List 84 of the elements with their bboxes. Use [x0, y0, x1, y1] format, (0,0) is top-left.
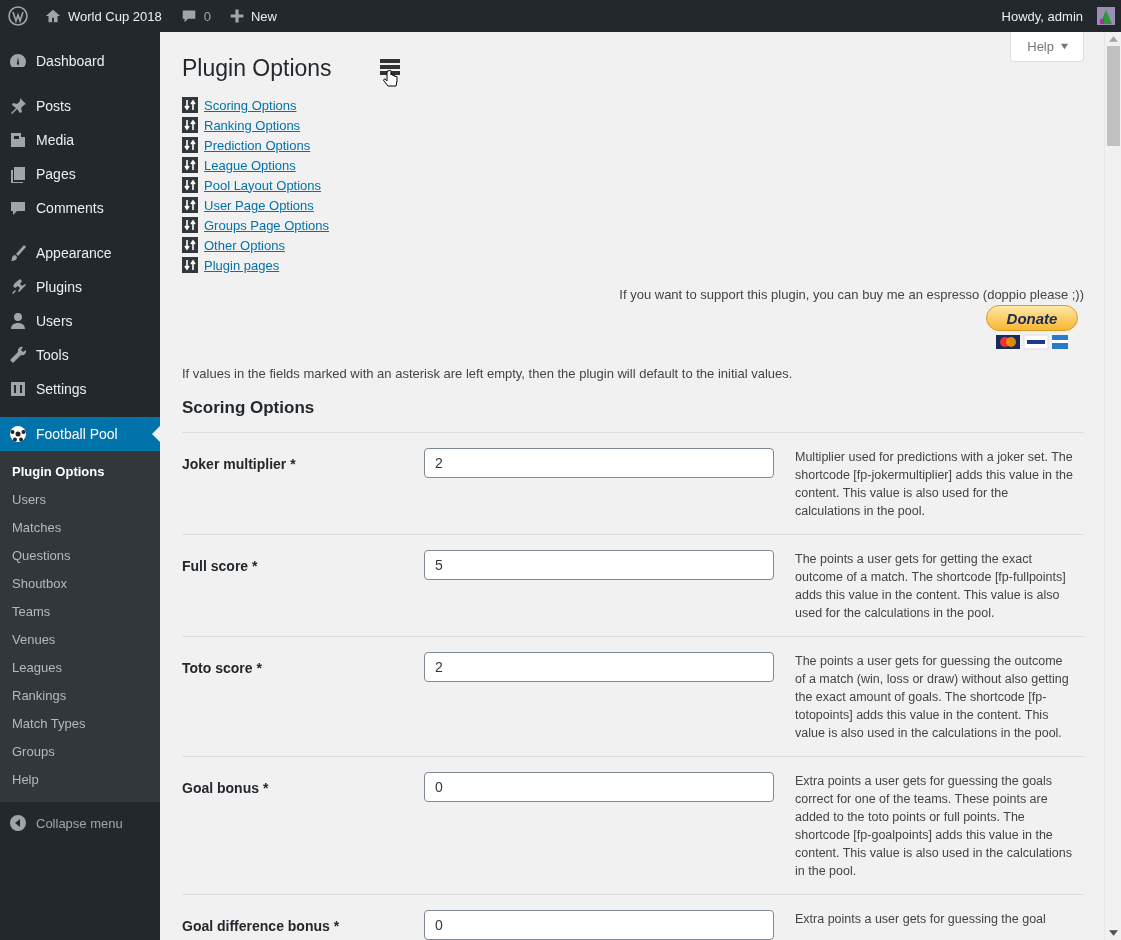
- menu-item[interactable]: Dashboard: [0, 44, 160, 78]
- field-label: Toto score *: [182, 659, 263, 676]
- menu-item[interactable]: Football Pool: [0, 417, 160, 451]
- submenu-item[interactable]: Plugin Options: [0, 458, 160, 486]
- menu-item[interactable]: Settings: [0, 372, 160, 406]
- scroll-up-icon[interactable]: [1108, 36, 1118, 42]
- field-description: The points a user gets for guessing the outcome of a match (win, loss or draw) without also getting the exact amount of goals. The shortcode [fp-totopoints] adds this value in the content. This value is also used in the calculations in the pool.: [795, 653, 1070, 742]
- soccer-ball-icon: [8, 424, 28, 444]
- user-icon: [8, 311, 28, 331]
- sort-icon: [182, 257, 198, 273]
- field-description: The points a user gets for getting the exact outcome of a match. The shortcode [fp-fullpoints] adds this value in the content. This value is also used for the calculations in the pool.: [795, 551, 1067, 622]
- input-field[interactable]: 2: [424, 652, 774, 682]
- field-description: Extra points a user gets for guessing the goal: [795, 911, 1047, 928]
- field-label: Full score *: [182, 557, 259, 574]
- note-text: If values in the fields marked with an asterisk are left empty, then the plugin will default to the initial values.: [182, 366, 794, 381]
- pages-icon: [8, 164, 28, 184]
- sort-icon: [182, 197, 198, 213]
- section-link[interactable]: Ranking Options: [204, 117, 301, 133]
- plus-icon: [228, 8, 245, 24]
- sort-icon: [182, 177, 198, 193]
- submenu-item[interactable]: Leagues: [0, 654, 160, 682]
- section-link[interactable]: Plugin pages: [204, 257, 280, 273]
- section-title: Scoring Options: [182, 398, 316, 418]
- caret-icon: [1060, 42, 1069, 51]
- section-link[interactable]: Scoring Options: [204, 97, 297, 113]
- scroll-down-icon[interactable]: [1108, 930, 1118, 936]
- menu-item[interactable]: Posts: [0, 89, 160, 123]
- brush-icon: [8, 243, 28, 263]
- avatar-icon: [1097, 7, 1115, 25]
- submenu-item[interactable]: Questions: [0, 542, 160, 570]
- menu-item[interactable]: Pages: [0, 157, 160, 191]
- field-label: Goal difference bonus *: [182, 917, 341, 934]
- submenu-item[interactable]: Rankings: [0, 682, 160, 710]
- sort-icon: [182, 97, 198, 113]
- comments-link[interactable]: 0: [179, 7, 211, 25]
- section-link[interactable]: Groups Page Options: [204, 217, 330, 233]
- donate-button[interactable]: Donate: [986, 305, 1078, 331]
- payment-cards-drawing: [996, 334, 1068, 350]
- scroll-thumb[interactable]: [1106, 46, 1120, 146]
- menu-item[interactable]: Users: [0, 304, 160, 338]
- section-link[interactable]: Other Options: [204, 237, 285, 253]
- submenu-item[interactable]: Venues: [0, 626, 160, 654]
- sort-icon: [182, 237, 198, 253]
- input-field[interactable]: 0: [424, 772, 774, 802]
- scrollbar[interactable]: [1104, 32, 1121, 940]
- menu-item[interactable]: Appearance: [0, 236, 160, 270]
- menu-item[interactable]: Media: [0, 123, 160, 157]
- field-label: Joker multiplier *: [182, 455, 297, 472]
- submenu-item[interactable]: Help: [0, 766, 160, 794]
- submenu-item[interactable]: Groups: [0, 738, 160, 766]
- account-link[interactable]: Howdy, admin: [1001, 7, 1115, 25]
- menu-item[interactable]: Tools: [0, 338, 160, 372]
- input-field[interactable]: 2: [424, 448, 774, 478]
- site-name-link[interactable]: World Cup 2018: [44, 7, 162, 25]
- submenu-item[interactable]: Users: [0, 486, 160, 514]
- input-field[interactable]: 5: [424, 550, 774, 580]
- collapse-menu-button[interactable]: Collapse menu: [0, 806, 160, 840]
- wrench-icon: [8, 345, 28, 365]
- menu-item[interactable]: Comments: [0, 191, 160, 225]
- submenu-item[interactable]: Teams: [0, 598, 160, 626]
- help-button[interactable]: Help: [1010, 32, 1084, 62]
- field-description: Extra points a user gets for guessing the goals correct for one of the teams. These points are added to the toto points or full points. The shortcode [fp-goalpoints] adds this value in the content. This value is also used in the calculations in the pool.: [795, 773, 1073, 880]
- submenu-item[interactable]: Match Types: [0, 710, 160, 738]
- page-title: Plugin Options: [182, 54, 333, 82]
- new-link[interactable]: New: [228, 8, 277, 24]
- section-link[interactable]: League Options: [204, 157, 296, 173]
- media-icon: [8, 130, 28, 150]
- sort-icon: [182, 217, 198, 233]
- section-link[interactable]: User Page Options: [204, 197, 314, 213]
- menu-item[interactable]: Plugins: [0, 270, 160, 304]
- sort-icon: [182, 137, 198, 153]
- submenu-item[interactable]: Matches: [0, 514, 160, 542]
- submenu-item[interactable]: Shoutbox: [0, 570, 160, 598]
- section-link[interactable]: Pool Layout Options: [204, 177, 322, 193]
- input-field[interactable]: 0: [424, 910, 774, 940]
- donate-text: If you want to support this plugin, you can buy me an espresso (doppio please ;)): [619, 287, 1084, 302]
- field-description: Multiplier used for predictions with a joker set. The shortcode [fp-jokermultiplier] adds this value in the content. This value is also used for the calculations in the pool.: [795, 449, 1074, 520]
- sort-icon: [182, 157, 198, 173]
- sort-icon: [182, 117, 198, 133]
- field-label: Goal bonus *: [182, 779, 270, 796]
- collapse-icon: [8, 813, 28, 833]
- wordpress-logo-icon[interactable]: [8, 6, 28, 26]
- section-link[interactable]: Prediction Options: [204, 137, 311, 153]
- home-icon: [44, 7, 62, 25]
